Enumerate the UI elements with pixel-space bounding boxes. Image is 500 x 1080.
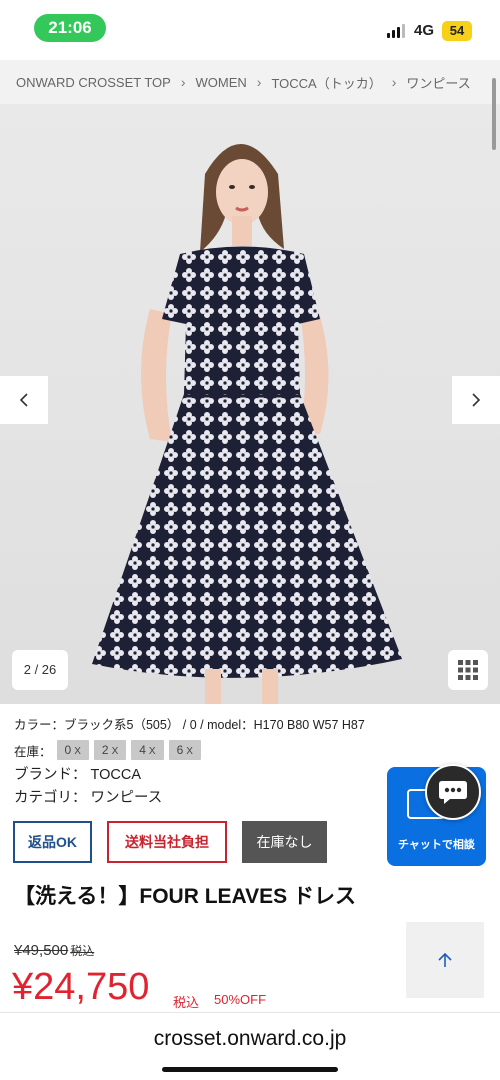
product-title: 【洗える！】FOUR LEAVES ドレス [14, 885, 356, 908]
breadcrumb-item-brand[interactable]: TOCCA（トッカ） [271, 73, 381, 92]
chevron-right-icon: › [180, 74, 186, 90]
arrow-up-icon [438, 952, 452, 967]
scroll-to-top-button[interactable] [406, 922, 484, 998]
status-bar: 21:06 4G 54 [0, 0, 500, 60]
battery-icon: 54 [442, 21, 472, 41]
chevron-right-icon: › [391, 74, 397, 90]
signal-icon [387, 24, 409, 38]
original-price: ¥49,500 税込 [14, 942, 95, 959]
stock-row: 在庫： 0X 2X 4X 6X [14, 740, 201, 760]
thumbnail-grid-button[interactable] [448, 650, 488, 690]
speech-bubble-icon [439, 781, 467, 804]
network-type: 4G [414, 22, 435, 39]
previous-image-button[interactable] [0, 376, 48, 424]
chat-open-button[interactable] [425, 764, 481, 820]
sale-tax-label: 税込 [173, 995, 200, 1010]
breadcrumb-item-category[interactable]: ワンピース [406, 73, 470, 92]
breadcrumb-item-women[interactable]: WOMEN [196, 75, 247, 90]
next-image-button[interactable] [452, 376, 500, 424]
returns-ok-badge[interactable]: 返品OK [13, 821, 92, 863]
free-shipping-badge[interactable]: 送料当社負担 [107, 821, 227, 863]
breadcrumb: ONWARD CROSSET TOP › WOMEN › TOCCA（トッカ） … [0, 60, 500, 104]
brand-row[interactable]: ブランド： TOCCA [14, 763, 141, 784]
stock-chip-size-6: 6X [168, 740, 201, 760]
status-time: 21:06 [34, 14, 106, 42]
chevron-right-icon [472, 393, 481, 407]
stock-chip-size-0: 0X [56, 740, 89, 760]
chat-label: チャットで相談 [398, 839, 475, 851]
browser-url-bar[interactable]: crosset.onward.co.jp [0, 1012, 500, 1080]
color-model-info: カラー：ブラック系5（505） / 0 / model：H170 B80 W57… [14, 718, 365, 732]
stock-label: 在庫： [14, 744, 52, 759]
discount-label: 50%OFF [214, 992, 267, 1007]
home-indicator[interactable] [162, 1067, 338, 1072]
chevron-right-icon: › [256, 74, 262, 90]
breadcrumb-item-top[interactable]: ONWARD CROSSET TOP [16, 75, 171, 90]
category-row[interactable]: カテゴリ： ワンピース [14, 786, 162, 807]
url-text[interactable]: crosset.onward.co.jp [0, 1027, 500, 1051]
product-image-gallery[interactable]: 2 / 26 [0, 104, 500, 704]
stock-chip-size-4: 4X [131, 740, 164, 760]
sale-price: ¥24,750 [12, 966, 150, 1008]
out-of-stock-badge: 在庫なし [242, 821, 327, 863]
stock-chip-size-2: 2X [93, 740, 127, 760]
chevron-left-icon [19, 393, 28, 407]
page-scrollbar[interactable] [492, 78, 496, 150]
grid-icon [458, 660, 478, 680]
image-counter: 2 / 26 [12, 650, 68, 690]
product-photo [92, 144, 402, 704]
